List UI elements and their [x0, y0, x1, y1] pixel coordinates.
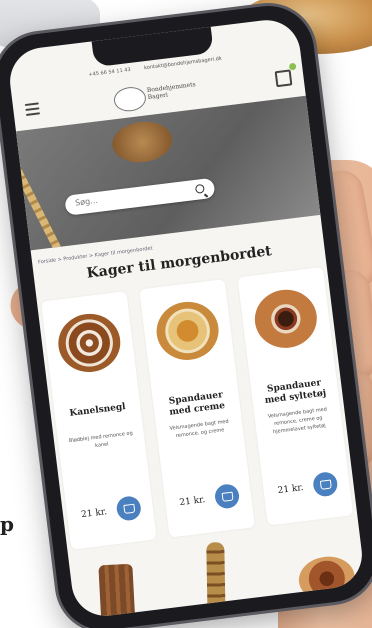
product-grid: Kanelsnegl Blødblej med remonce og kanel… — [40, 266, 354, 550]
cart-badge — [288, 62, 297, 71]
product-price: 21 kr. — [80, 507, 108, 521]
photo-scene: p +45 66 54 11 43 kontakt@bondehjemsbage… — [0, 0, 372, 628]
product-name[interactable]: Spandauer med creme — [157, 389, 237, 420]
product-price: 21 kr. — [277, 482, 305, 497]
product-description: Blødblej med remonce og kanel — [68, 430, 134, 450]
product-name[interactable]: Kanelsnegl — [58, 401, 137, 421]
basket-icon — [122, 503, 135, 514]
product-name[interactable]: Spandauer med syltetøj — [255, 377, 335, 408]
logo-mark — [112, 85, 148, 114]
search-placeholder: Søg... — [74, 195, 99, 208]
product-description: Velsmagende bagt med remonce, creme og h… — [267, 406, 328, 436]
product-image[interactable] — [153, 298, 222, 364]
add-to-cart-button[interactable] — [311, 470, 339, 498]
grain-bowl — [110, 118, 175, 166]
background-text: p — [0, 512, 14, 536]
product-card[interactable]: Spandauer med creme Velsmagende bagt med… — [139, 279, 256, 538]
contact-phone[interactable]: +45 66 54 11 43 — [88, 67, 131, 78]
menu-icon[interactable] — [24, 102, 41, 116]
product-image[interactable] — [98, 563, 137, 620]
search-icon[interactable] — [194, 183, 205, 194]
product-price: 21 kr. — [178, 495, 206, 509]
product-description: Velsmagende bagt med remonce, og creme — [169, 418, 229, 440]
add-to-cart-button[interactable] — [213, 482, 241, 510]
smartphone: +45 66 54 11 43 kontakt@bondehjemsbageri… — [0, 0, 372, 628]
basket-icon — [319, 479, 332, 490]
search-input[interactable]: Søg... — [64, 177, 216, 216]
logo-name: Bondehjemmets Bageri — [146, 81, 197, 101]
add-to-cart-button[interactable] — [115, 495, 143, 522]
cart-icon[interactable] — [274, 69, 293, 88]
product-image[interactable] — [251, 286, 321, 352]
product-image[interactable] — [55, 310, 124, 376]
basket-icon — [221, 491, 234, 502]
